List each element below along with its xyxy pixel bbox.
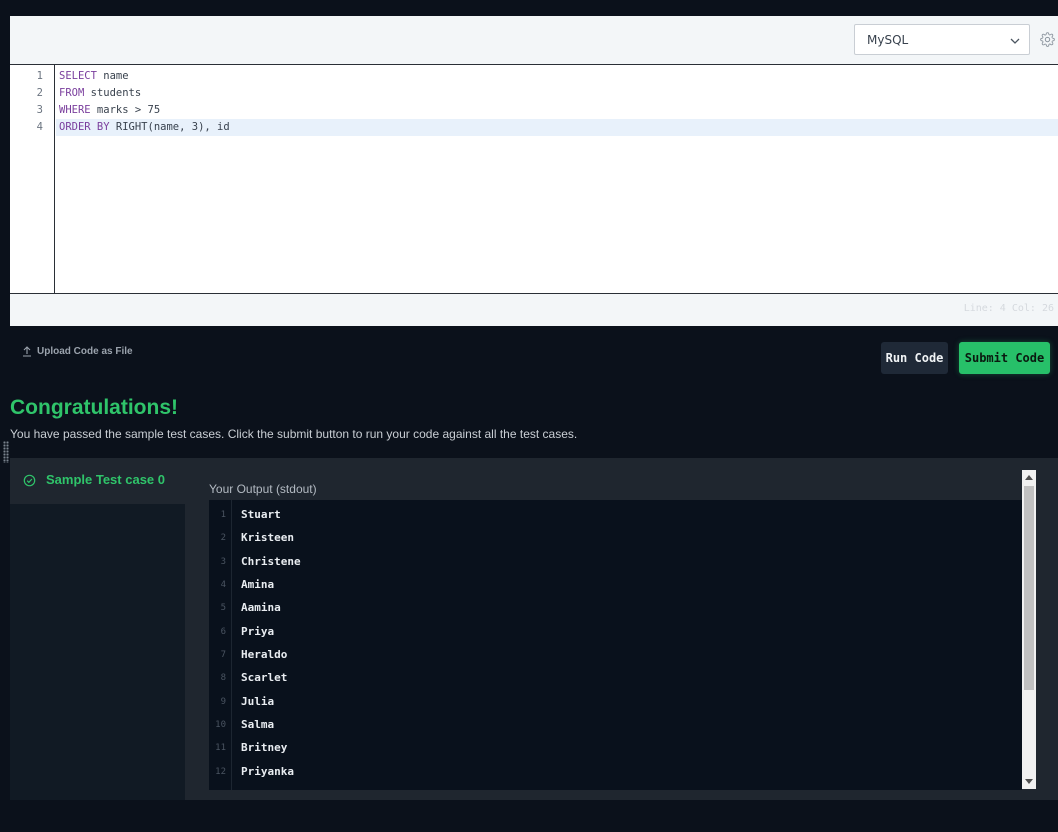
output-line: Amina	[241, 578, 275, 591]
code-text: RIGHT(name, 3), id	[109, 121, 230, 133]
language-select-value: MySQL	[867, 32, 909, 47]
code-input-area[interactable]: 1 2 3 4 SELECT name FROM students WHERE …	[10, 65, 1058, 294]
language-select[interactable]: MySQL	[854, 24, 1030, 55]
output-line: Heraldo	[241, 648, 288, 661]
output-line-number: 10	[215, 720, 226, 730]
sql-keyword: WHERE	[59, 104, 91, 116]
output-line-number: 2	[220, 533, 226, 543]
check-circle-icon	[23, 474, 36, 487]
output-line: Christene	[241, 555, 301, 568]
output-scrollbar[interactable]	[1022, 470, 1036, 789]
testcase-tab-label: Sample Test case 0	[46, 472, 165, 487]
result-message: You have passed the sample test cases. C…	[10, 427, 578, 441]
output-line: Priya	[241, 625, 275, 638]
sql-keyword: ORDER BY	[59, 121, 110, 133]
output-line-number: 6	[220, 627, 226, 637]
line-number-gutter: 1 2 3 4	[10, 65, 55, 293]
cursor-position: Line: 4 Col: 26	[963, 303, 1054, 314]
output-line: Salma	[241, 718, 275, 731]
output-line-number: 5	[220, 603, 226, 613]
output-line: Kristeen	[241, 531, 294, 544]
code-text: name	[96, 70, 129, 82]
output-line-number: 3	[220, 557, 226, 567]
code-line[interactable]: FROM students	[59, 85, 141, 102]
editor-status-bar: Line: 4 Col: 26	[10, 294, 1058, 326]
gear-icon[interactable]	[1040, 32, 1055, 47]
scrollbar-thumb[interactable]	[1024, 486, 1034, 690]
code-line[interactable]: WHERE marks > 75	[59, 102, 160, 119]
output-line-number: 12	[215, 767, 226, 777]
output-line: Stuart	[241, 508, 281, 521]
output-line-number: 4	[220, 580, 226, 590]
line-number: 1	[36, 70, 43, 82]
output-line: Britney	[241, 741, 288, 754]
upload-icon	[23, 345, 31, 357]
code-line[interactable]: ORDER BY RIGHT(name, 3), id	[59, 119, 230, 136]
line-number: 4	[36, 121, 43, 133]
result-title: Congratulations!	[10, 396, 178, 419]
upload-code-link[interactable]: Upload Code as File	[22, 344, 133, 358]
testcase-results-panel: Sample Test case 0 Your Output (stdout) …	[10, 458, 1058, 800]
output-line-number: 11	[215, 743, 226, 753]
sql-keyword: SELECT	[59, 70, 97, 82]
line-number: 3	[36, 104, 43, 116]
output-line: Julia	[241, 695, 275, 708]
code-text: students	[84, 87, 142, 99]
code-editor-panel: MySQL 1 2 3 4 SELECT name FROM students …	[10, 16, 1058, 326]
resize-handle[interactable]	[3, 441, 9, 463]
output-label: Your Output (stdout)	[209, 482, 317, 496]
run-code-button[interactable]: Run Code	[881, 342, 948, 374]
code-text: marks > 75	[90, 104, 161, 116]
sql-keyword: FROM	[59, 87, 85, 99]
output-line-number: 7	[220, 650, 226, 660]
testcase-tab-0[interactable]: Sample Test case 0	[10, 458, 185, 504]
line-number: 2	[36, 87, 43, 99]
scroll-up-arrow-icon[interactable]	[1025, 475, 1033, 480]
output-line-number: 9	[220, 697, 226, 707]
code-line[interactable]: SELECT name	[59, 68, 129, 85]
output-line-number: 8	[220, 673, 226, 683]
output-line: Aamina	[241, 601, 281, 614]
scroll-down-arrow-icon[interactable]	[1025, 779, 1033, 784]
editor-toolbar: MySQL	[10, 16, 1058, 65]
output-line: Scarlet	[241, 671, 288, 684]
submit-code-button[interactable]: Submit Code	[959, 342, 1050, 374]
output-line-number: 1	[220, 510, 226, 520]
testcase-sidebar: Sample Test case 0	[10, 458, 185, 800]
output-line: Priyanka	[241, 765, 294, 778]
upload-code-label: Upload Code as File	[37, 345, 133, 357]
output-box: 1 Stuart 2 Kristeen 3 Christene 4 Amina …	[209, 500, 1022, 790]
chevron-down-icon	[1010, 38, 1020, 44]
